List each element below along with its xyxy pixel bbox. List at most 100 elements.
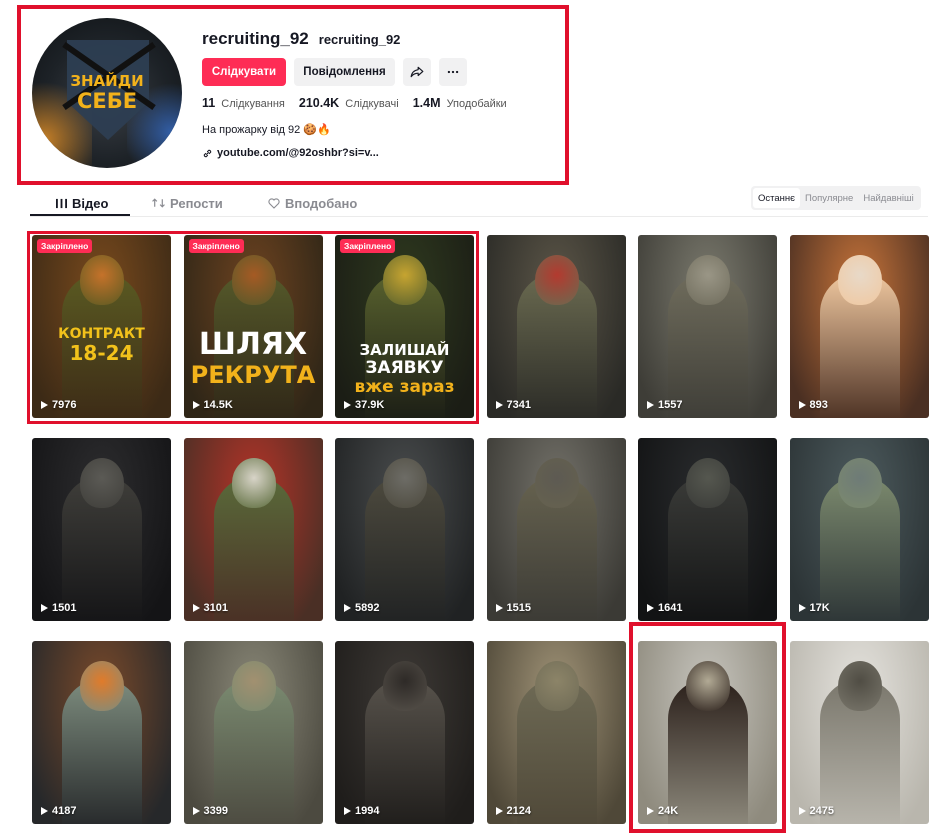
pinned-badge: Закріплено bbox=[37, 239, 93, 253]
thumbnail-head bbox=[80, 255, 124, 305]
thumbnail-head bbox=[837, 458, 882, 508]
video-caption: ШЛЯХ bbox=[198, 327, 308, 362]
profile-stats: 11 Слідкування 210.4K Слідкувачі 1.4M Уп… bbox=[202, 96, 507, 110]
video-tile[interactable]: 4187 bbox=[32, 641, 171, 824]
view-count: 7341 bbox=[495, 399, 531, 411]
profile-link[interactable]: youtube.com/@92oshbr?si=v... bbox=[202, 147, 379, 159]
avatar[interactable]: ЗНАЙДИ СЕБЕ bbox=[32, 18, 182, 168]
tab-videos-label: Відео bbox=[72, 195, 109, 211]
view-count: 1501 bbox=[41, 602, 76, 614]
view-count-value: 5892 bbox=[355, 602, 380, 614]
view-count-value: 2124 bbox=[506, 805, 531, 817]
thumbnail-head bbox=[80, 661, 124, 711]
view-count-value: 1501 bbox=[52, 602, 77, 614]
thumbnail-head bbox=[231, 255, 276, 305]
message-button[interactable]: Повідомлення bbox=[294, 58, 395, 86]
video-tile[interactable]: 5892 bbox=[335, 438, 474, 621]
sort-toggle: Останнє Популярне Найдавніші bbox=[751, 186, 921, 210]
view-count-value: 893 bbox=[809, 399, 828, 411]
pinned-badge: Закріплено bbox=[188, 239, 244, 253]
video-tile[interactable]: ЗАЛИШАЙ ЗАЯВКУ вже зараз Закріплено 37.9K bbox=[335, 235, 474, 418]
share-icon bbox=[410, 66, 424, 78]
view-count-value: 24K bbox=[658, 805, 679, 817]
tabs-divider bbox=[30, 216, 928, 217]
following-count: 11 bbox=[202, 96, 216, 110]
video-caption: КОНТРАКТ bbox=[58, 326, 145, 342]
view-count-value: 7976 bbox=[52, 399, 77, 411]
heart-icon bbox=[268, 197, 280, 209]
video-tile[interactable]: 3399 bbox=[183, 641, 323, 824]
view-count: 893 bbox=[798, 399, 828, 411]
view-count-value: 3399 bbox=[203, 805, 228, 817]
sort-popular[interactable]: Популярне bbox=[800, 188, 858, 208]
video-tile[interactable]: КОНТРАКТ 18-24 Закріплено 7976 bbox=[32, 235, 171, 418]
view-count-value: 2475 bbox=[809, 805, 834, 817]
sort-oldest[interactable]: Найдавніші bbox=[858, 188, 918, 208]
play-icon bbox=[344, 401, 351, 409]
avatar-text-top: ЗНАЙДИ bbox=[70, 72, 144, 90]
view-count-value: 1641 bbox=[658, 602, 683, 614]
thumbnail-head bbox=[383, 661, 427, 711]
likes-stat: 1.4M Уподобайки bbox=[413, 96, 507, 110]
view-count-value: 14.5K bbox=[203, 399, 233, 411]
followers-stat[interactable]: 210.4K Слідкувачі bbox=[299, 96, 399, 110]
thumbnail-head bbox=[534, 255, 579, 305]
view-count: 1994 bbox=[344, 805, 379, 817]
tab-liked[interactable]: Вподобано bbox=[268, 189, 357, 217]
video-tile[interactable]: 1515 bbox=[486, 438, 626, 621]
grid-icon bbox=[56, 198, 67, 208]
more-button[interactable] bbox=[439, 58, 467, 86]
play-icon bbox=[192, 604, 200, 612]
video-tile[interactable]: 24K bbox=[638, 641, 777, 824]
play-icon bbox=[647, 807, 654, 815]
sort-latest[interactable]: Останнє bbox=[753, 188, 801, 208]
video-caption: 18-24 bbox=[69, 341, 134, 365]
thumbnail-head bbox=[686, 255, 730, 305]
thumbnail-head bbox=[231, 458, 276, 508]
video-tile[interactable]: 7341 bbox=[486, 235, 626, 418]
thumbnail-head bbox=[534, 661, 579, 711]
video-tile[interactable]: 893 bbox=[789, 235, 929, 418]
thumbnail-head bbox=[686, 458, 730, 508]
view-count: 1515 bbox=[495, 602, 531, 614]
view-count: 2475 bbox=[798, 805, 834, 817]
video-caption: РЕКРУТА bbox=[190, 361, 316, 389]
video-tile[interactable]: 1557 bbox=[638, 235, 777, 418]
tab-reposts[interactable]: Репости bbox=[152, 189, 262, 217]
video-tile[interactable]: ШЛЯХ РЕКРУТА Закріплено 14.5K bbox=[183, 235, 323, 418]
video-tile[interactable]: 17K bbox=[789, 438, 929, 621]
video-tile[interactable]: 1994 bbox=[335, 641, 474, 824]
play-icon bbox=[798, 604, 806, 612]
play-icon bbox=[647, 401, 654, 409]
thumbnail-head bbox=[383, 255, 427, 305]
thumbnail-head bbox=[837, 255, 882, 305]
view-count-value: 7341 bbox=[506, 399, 531, 411]
play-icon bbox=[495, 401, 503, 409]
play-icon bbox=[41, 807, 48, 815]
view-count: 4187 bbox=[41, 805, 76, 817]
likes-count: 1.4M bbox=[412, 96, 441, 110]
thumbnail-head bbox=[231, 661, 276, 711]
video-caption: вже зараз bbox=[354, 377, 455, 397]
view-count-value: 4187 bbox=[52, 805, 77, 817]
avatar-text-bottom: СЕБЕ bbox=[76, 89, 138, 113]
view-count-value: 1994 bbox=[355, 805, 380, 817]
tab-videos[interactable]: Відео bbox=[30, 189, 130, 217]
view-count: 17K bbox=[798, 602, 830, 614]
video-tile[interactable]: 3101 bbox=[183, 438, 323, 621]
likes-label: Уподобайки bbox=[446, 98, 507, 110]
follow-button[interactable]: Слідкувати bbox=[202, 58, 286, 86]
username: recruiting_92 bbox=[202, 29, 309, 48]
video-tile[interactable]: 1501 bbox=[32, 438, 171, 621]
share-button[interactable] bbox=[403, 58, 431, 86]
following-stat[interactable]: 11 Слідкування bbox=[202, 96, 285, 110]
profile-actions: Слідкувати Повідомлення bbox=[202, 58, 467, 86]
video-tile[interactable]: 2475 bbox=[789, 641, 929, 824]
video-tile[interactable]: 1641 bbox=[638, 438, 777, 621]
play-icon bbox=[41, 604, 48, 612]
play-icon bbox=[344, 807, 351, 815]
following-label: Слідкування bbox=[221, 98, 285, 110]
video-tile[interactable]: 2124 bbox=[486, 641, 626, 824]
view-count: 1557 bbox=[647, 399, 682, 411]
username-row: recruiting_92 recruiting_92 bbox=[202, 29, 400, 49]
